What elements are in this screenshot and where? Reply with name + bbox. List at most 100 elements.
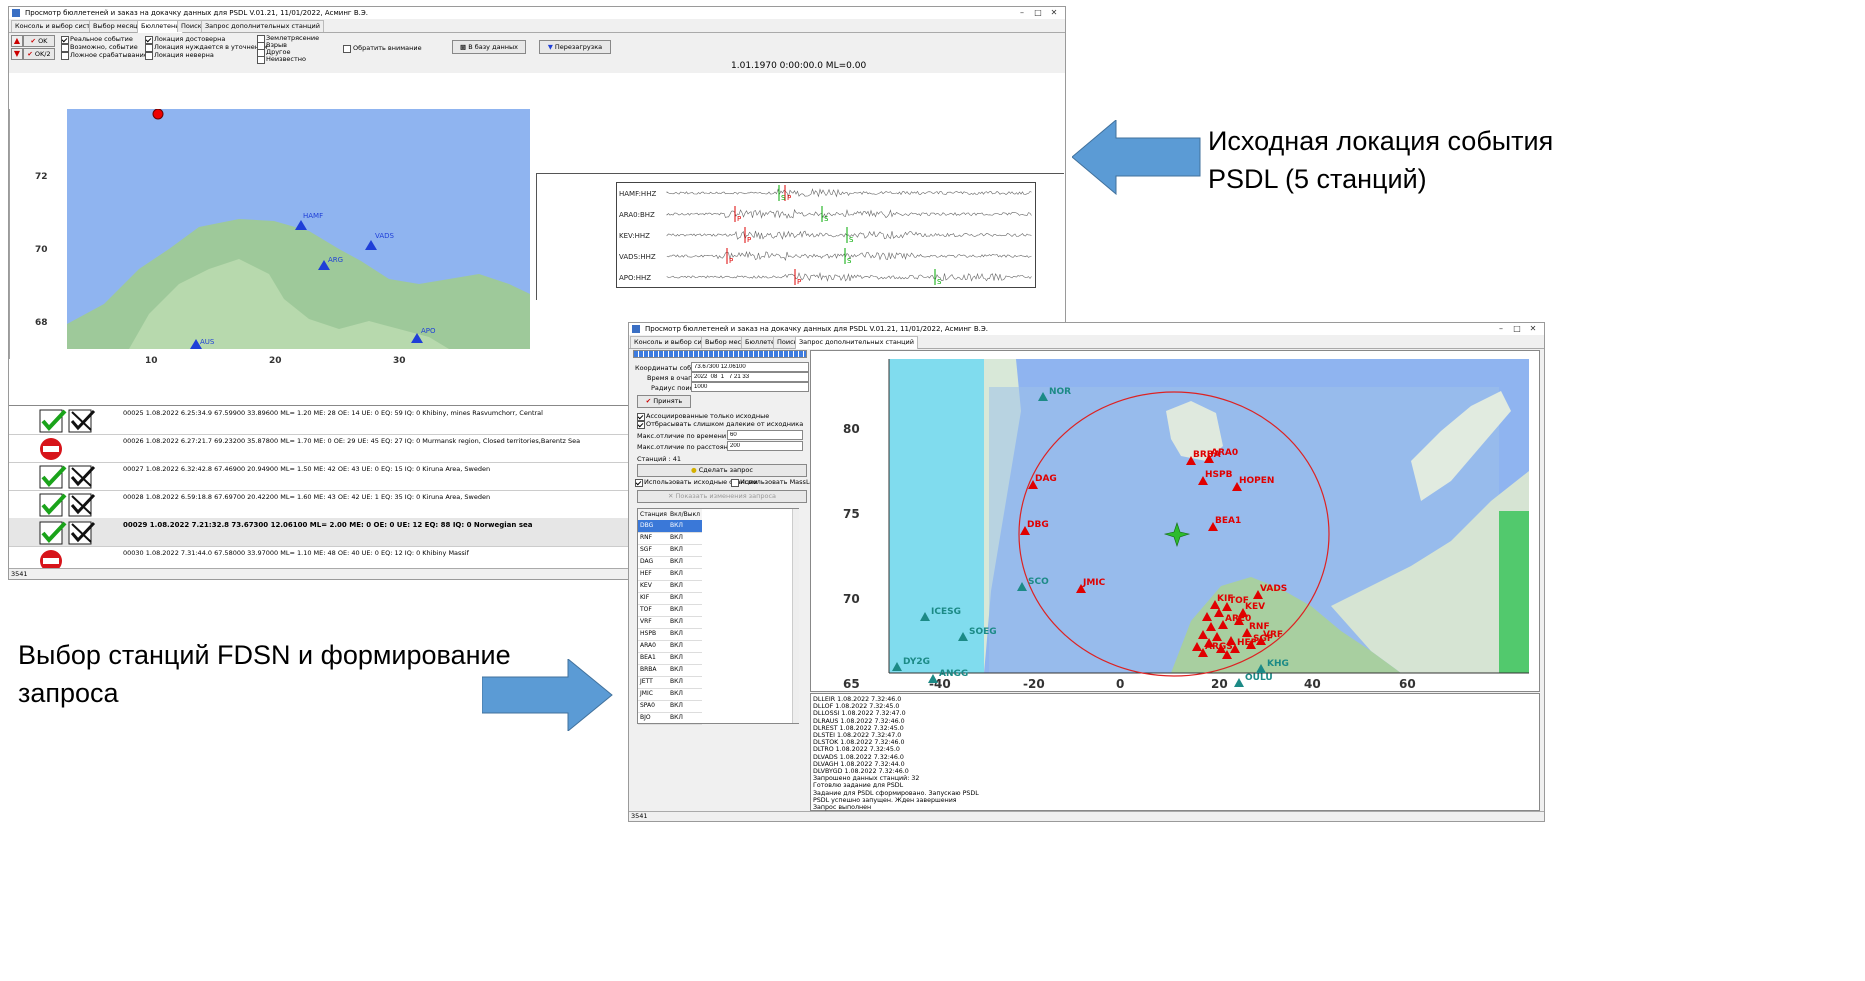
station-table[interactable]: Станция Вкл/Выкл DBG ВКЛ RNF ВКЛ SGF ВКЛ DAG ВК… [637, 508, 799, 725]
approved-check-icon[interactable] [39, 521, 97, 549]
false-trigger-checkbox[interactable] [61, 52, 69, 60]
app-icon [632, 325, 640, 333]
fdsn-xtick: 60 [1399, 677, 1416, 691]
fdsn-map[interactable]: 80 75 70 65 -40 -20 0 20 40 60 BRBA ARA0 HSPB HOPEN D… [810, 350, 1540, 692]
s-pick-label: S [847, 257, 852, 265]
station-code-cell: VRF [640, 618, 652, 625]
station-code-cell: ARA0 [640, 642, 656, 649]
ok2-button[interactable]: ✔ OK/2 [23, 48, 55, 60]
time-input[interactable] [691, 372, 809, 382]
fdsn-map-green-strip [1499, 511, 1529, 673]
fdsn-station-red-label: BEA1 [1215, 516, 1241, 526]
lightbulb-icon: ● [691, 466, 697, 474]
minimize-icon[interactable]: – [1015, 8, 1029, 17]
log-line: DLLOF 1.08.2022 7.32:45.0 [813, 703, 900, 711]
station-onoff-cell: ВКЛ [670, 570, 683, 577]
log-line: DLTRO 1.08.2022 7.32:45.0 [813, 746, 900, 754]
tab-extra-stations[interactable]: Запрос дополнительных станций [201, 20, 325, 32]
accept-button[interactable]: ✔ Принять [637, 395, 691, 408]
assoc-only-checkbox[interactable] [637, 413, 645, 421]
right-annotation: Исходная локация события PSDL (5 станций… [1208, 122, 1553, 198]
fdsn-station-teal-label: OULU [1245, 673, 1273, 683]
location-wrong-checkbox[interactable] [145, 52, 153, 60]
trace-label: APO:HHZ [619, 274, 651, 282]
down-arrow-button[interactable]: ▼ [11, 48, 23, 60]
log-line: DLRAUS 1.08.2022 7.32:46.0 [813, 717, 905, 725]
show-changes-button[interactable]: ✕ Показать изменения запроса [637, 490, 807, 503]
approved-check-icon[interactable] [39, 465, 97, 493]
origin-map[interactable]: 72 70 68 10 20 30 HAMF VADS ARG APO AUS [9, 108, 539, 369]
map1-ytick-70: 70 [35, 245, 48, 255]
log-line: DLSTOK 1.08.2022 7.32:46.0 [813, 739, 905, 747]
log-line: DLVADS 1.08.2022 7.32:46.0 [813, 753, 904, 761]
unknown-checkbox[interactable] [257, 56, 265, 64]
make-request-button[interactable]: ● Сделать запрос [637, 464, 807, 477]
log-line: Задание для PSDL сформировано. Запускаю … [813, 789, 979, 797]
fdsn-station-teal-label: ICESG [931, 607, 961, 617]
database-icon: ▩ [459, 43, 467, 51]
unknown-label: Неизвестно [266, 55, 306, 63]
station-code-cell: DBG [640, 522, 654, 529]
seismogram-svg: HAMF:HHZ PSARA0:BHZ P SKEV:HHZ P SVADS:HHZ P SA… [619, 185, 1032, 286]
seismogram-trace [666, 188, 1032, 198]
up-arrow-button[interactable]: ▲ [11, 35, 23, 47]
fdsn-xtick: 40 [1304, 677, 1321, 691]
fdsn-xtick: 20 [1211, 677, 1228, 691]
seismogram-frame[interactable]: HAMF:HHZ P S ARA0:BHZ P S KEV:HHZ P S VADS:HHZ P S A… [616, 182, 1036, 288]
close-icon[interactable]: ✕ [1047, 8, 1061, 17]
reload-button[interactable]: ▼ Перезагрузка [539, 40, 611, 54]
log-line: DLLOSSI 1.08.2022 7.32:47.0 [813, 710, 906, 718]
station-onoff-cell: ВКЛ [670, 666, 683, 673]
location-refine-checkbox[interactable] [145, 44, 153, 52]
station-onoff-cell: ВКЛ [670, 582, 683, 589]
use-source-checkbox[interactable] [635, 479, 643, 487]
checkmark-icon: ✔ [30, 37, 36, 45]
origin-map-svg: 72 70 68 10 20 30 HAMF VADS ARG APO AUS [9, 108, 530, 366]
real-event-checkbox[interactable] [61, 36, 69, 44]
status-bar: 3541 [629, 811, 1544, 821]
table-scrollbar[interactable] [792, 509, 799, 723]
maximize-icon[interactable]: □ [1031, 8, 1045, 17]
fdsn-ytick: 70 [843, 592, 860, 606]
db-button[interactable]: ▩ В базу данных [452, 40, 526, 54]
station-code-cell: KIF [640, 594, 650, 601]
request-log[interactable]: DLLEIR 1.08.2022 7.32:46.0 DLLOF 1.08.202… [810, 693, 1540, 811]
approved-check-icon[interactable] [39, 493, 97, 521]
rejected-no-entry-icon[interactable] [39, 437, 97, 465]
left-annotation: Выбор станций FDSN и формирование запрос… [18, 636, 511, 712]
event-row-text: 00029 1.08.2022 7.21:32.8 73.67300 12.06… [123, 521, 533, 529]
map1-xtick-20: 20 [269, 356, 282, 366]
minimize-icon[interactable]: – [1494, 324, 1508, 333]
event-row-text: 00030 1.08.2022 7.31:44.0 67.58000 33.97… [123, 549, 469, 557]
station-onoff-cell: ВКЛ [670, 690, 683, 697]
station-onoff-cell: ВКЛ [670, 522, 683, 529]
map1-ytick-68: 68 [35, 318, 48, 328]
window-title: Просмотр бюллетеней и заказ на докачку д… [645, 325, 988, 333]
station-onoff-cell: ВКЛ [670, 618, 683, 625]
location-reliable-checkbox[interactable] [145, 36, 153, 44]
real-event-label: Реальное событие [70, 35, 133, 43]
max-dist-input[interactable] [727, 441, 803, 451]
ok-button[interactable]: ✔ OK [23, 35, 55, 47]
station-onoff-cell: ВКЛ [670, 594, 683, 601]
tab-extra-stations[interactable]: Запрос дополнительных станций [795, 336, 919, 349]
station-table-row[interactable]: BJO ВКЛ [638, 712, 702, 725]
fdsn-station-teal-marker [1234, 678, 1244, 687]
station-onoff-cell: ВКЛ [670, 678, 683, 685]
station-onoff-cell: ВКЛ [670, 714, 683, 721]
radius-input[interactable] [691, 382, 809, 392]
max-time-input[interactable] [727, 430, 803, 440]
possible-event-checkbox[interactable] [61, 44, 69, 52]
fdsn-station-teal-label: SCO [1028, 577, 1049, 587]
use-massloader-checkbox[interactable] [731, 479, 739, 487]
close-icon[interactable]: ✕ [1526, 324, 1540, 333]
attention-label: Обратить внимание [353, 44, 422, 52]
event-row-text: 00025 1.08.2022 6.25:34.9 67.59900 33.89… [123, 409, 543, 417]
right-annotation-line1: Исходная локация события [1208, 126, 1554, 156]
maximize-icon[interactable]: □ [1510, 324, 1524, 333]
discard-far-checkbox[interactable] [637, 421, 645, 429]
map1-xtick-10: 10 [145, 356, 158, 366]
approved-check-icon[interactable] [39, 409, 97, 437]
coords-input[interactable] [691, 362, 809, 372]
attention-checkbox[interactable] [343, 45, 351, 53]
